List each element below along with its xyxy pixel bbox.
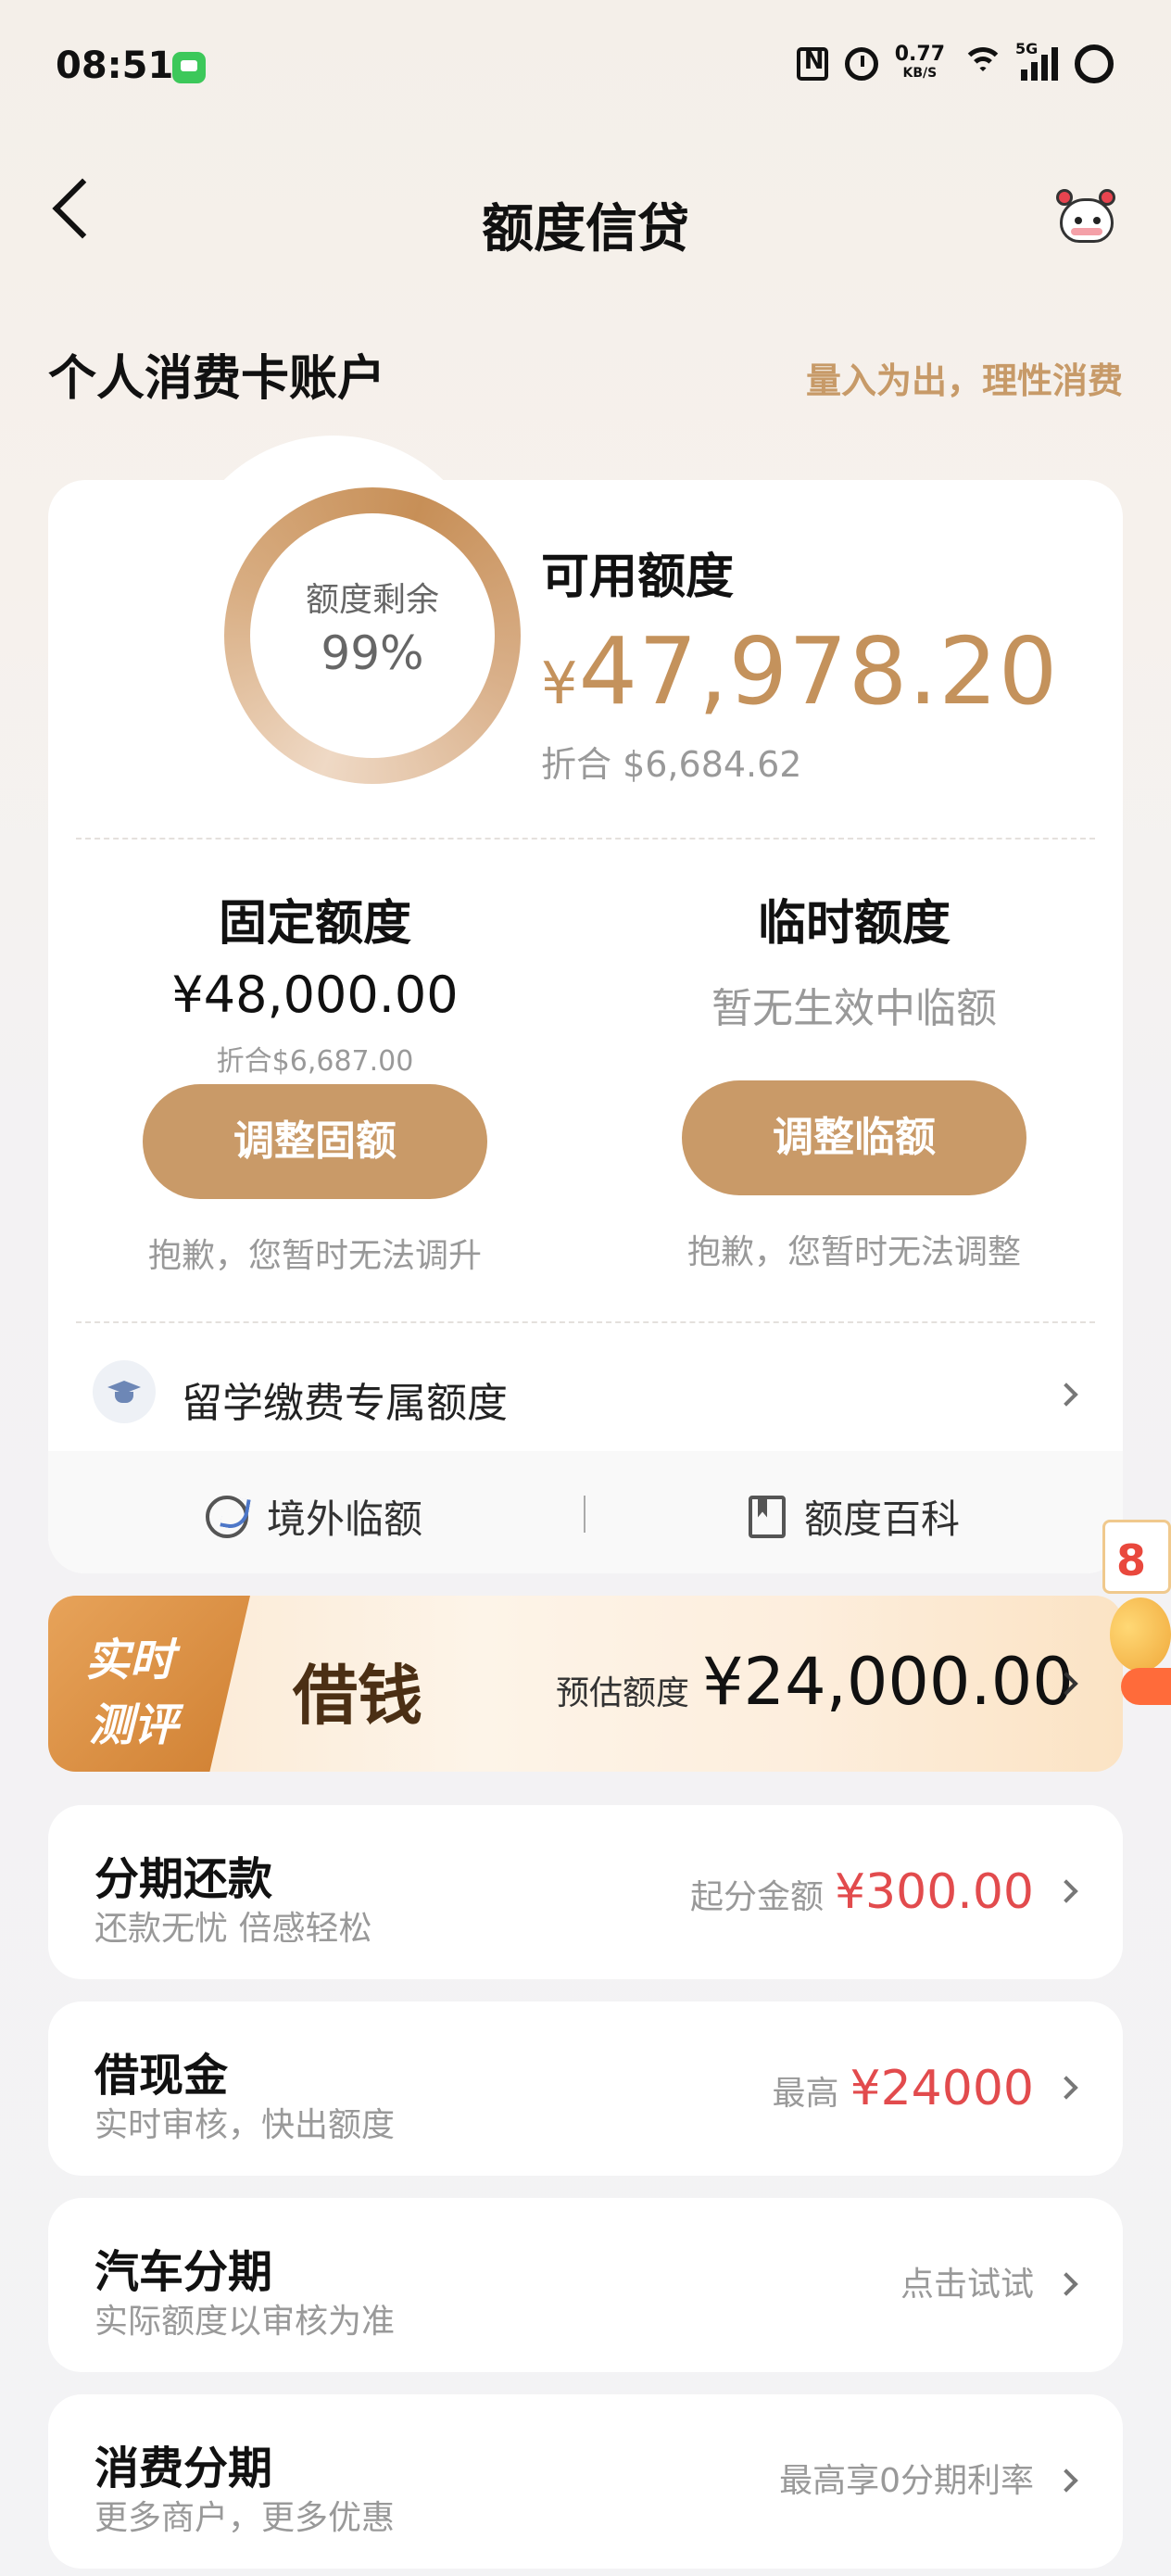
list-item-subtitle: 更多商户，更多优惠 bbox=[94, 2499, 396, 2537]
list-item-label: 最高 bbox=[772, 2075, 839, 2113]
fixed-credit-note: 抱歉，您暂时无法调升 bbox=[147, 1237, 482, 1275]
available-credit-converted: 折合 $6,684.62 bbox=[541, 744, 802, 785]
adjust-fixed-button[interactable]: 调整固额 bbox=[143, 1084, 487, 1199]
status-icons: 0.77 KB/S 5G bbox=[796, 40, 1114, 83]
fixed-credit-section: 固定额度 ¥48,000.00 折合$6,687.00 调整固额 抱歉，您暂时无… bbox=[130, 884, 500, 1277]
page-title: 额度信贷 bbox=[482, 199, 689, 259]
tag-line-1: 实时 bbox=[85, 1635, 175, 1686]
list-item-subtitle: 实际额度以审核为准 bbox=[94, 2303, 396, 2341]
credit-wiki-link[interactable]: 额度百科 bbox=[749, 1488, 960, 1545]
list-item-title: 借现金 bbox=[94, 2050, 229, 2102]
signal-type-label: 5G bbox=[1015, 40, 1039, 57]
list-item-value: ¥300.00 bbox=[834, 1864, 1034, 1920]
list-item-installment-repay[interactable]: 分期还款 还款无忧 倍感轻松 起分金额 ¥300.00 bbox=[48, 1805, 1123, 1979]
coins-icon bbox=[1110, 1597, 1171, 1672]
overseas-temp-credit-link[interactable]: 境外临额 bbox=[206, 1488, 422, 1545]
study-abroad-label: 留学缴费专属额度 bbox=[182, 1380, 508, 1427]
list-item-info: 点击试试 bbox=[900, 2257, 1034, 2305]
available-credit-label: 可用额度 bbox=[541, 549, 735, 605]
divider bbox=[76, 838, 1095, 840]
borrow-title: 借钱 bbox=[293, 1657, 422, 1734]
study-abroad-row[interactable]: 留学缴费专属额度 bbox=[48, 1327, 1123, 1457]
list-item-info: 最高 ¥24000 bbox=[772, 2061, 1034, 2116]
battery-icon bbox=[1075, 44, 1114, 83]
temp-credit-status: 暂无生效中临额 bbox=[711, 985, 997, 1032]
list-item-label: 起分金额 bbox=[689, 1878, 824, 1916]
message-app-icon bbox=[172, 52, 206, 83]
status-bar: 08:51 0.77 KB/S 5G bbox=[0, 0, 1171, 139]
list-item-car-installment[interactable]: 汽车分期 实际额度以审核为准 点击试试 bbox=[48, 2198, 1123, 2372]
borrow-banner[interactable]: 实时 测评 借钱 预估额度 ¥24,000.00 bbox=[48, 1596, 1123, 1772]
floating-gift-widget[interactable]: 8 bbox=[1102, 1520, 1171, 1733]
temp-credit-note: 抱歉，您暂时无法调整 bbox=[686, 1233, 1021, 1271]
divider bbox=[76, 1321, 1095, 1323]
globe-icon bbox=[206, 1495, 248, 1538]
chevron-right-icon bbox=[1054, 2076, 1078, 2100]
list-item-title: 消费分期 bbox=[94, 2443, 273, 2494]
network-speed-unit: KB/S bbox=[902, 66, 938, 81]
chevron-right-icon bbox=[1054, 2469, 1078, 2493]
gift-badge: 8 bbox=[1102, 1520, 1171, 1594]
fixed-credit-converted: 折合$6,687.00 bbox=[216, 1045, 414, 1078]
available-credit-amount: ¥47,978.20 bbox=[541, 617, 1058, 726]
remaining-ring: 额度剩余 99% bbox=[176, 480, 521, 795]
graduation-cap-icon bbox=[93, 1360, 156, 1423]
list-item-subtitle: 实时审核，快出额度 bbox=[94, 2106, 396, 2144]
realtime-eval-tag: 实时 测评 bbox=[48, 1596, 250, 1772]
currency-symbol: ¥ bbox=[541, 650, 579, 717]
network-speed-value: 0.77 bbox=[894, 43, 945, 66]
list-item-label: 点击试试 bbox=[900, 2266, 1034, 2304]
credit-card-panel: 额度剩余 99% 可用额度 ¥47,978.20 折合 $6,684.62 固定… bbox=[48, 480, 1123, 1573]
available-credit-value: 47,978.20 bbox=[578, 617, 1059, 726]
footer-separator bbox=[584, 1496, 586, 1533]
account-title: 个人消费卡账户 bbox=[48, 351, 386, 407]
nfc-icon bbox=[796, 47, 828, 81]
chevron-right-icon bbox=[1054, 2272, 1078, 2296]
list-item-value: ¥24000 bbox=[850, 2061, 1034, 2116]
credit-wiki-label: 额度百科 bbox=[804, 1496, 961, 1542]
ring-label: 额度剩余 bbox=[305, 581, 439, 619]
adjust-temp-button[interactable]: 调整临额 bbox=[682, 1080, 1026, 1195]
cellular-signal-icon: 5G bbox=[1015, 40, 1058, 81]
chevron-right-icon bbox=[1054, 1879, 1078, 1903]
list-item-subtitle: 还款无忧 倍感轻松 bbox=[94, 1910, 372, 1948]
tag-line-2: 测评 bbox=[89, 1699, 179, 1751]
list-item-cash-loan[interactable]: 借现金 实时审核，快出额度 最高 ¥24000 bbox=[48, 2001, 1123, 2176]
card-footer: 境外临额 额度百科 bbox=[48, 1451, 1123, 1573]
chevron-right-icon bbox=[1054, 1383, 1078, 1407]
list-item-consumer-installment[interactable]: 消费分期 更多商户，更多优惠 最高享0分期利率 bbox=[48, 2394, 1123, 2569]
nav-bar: 额度信贷 bbox=[0, 167, 1171, 269]
network-speed: 0.77 KB/S bbox=[894, 43, 945, 82]
estimate-label: 预估额度 bbox=[556, 1674, 690, 1712]
wifi-icon bbox=[962, 47, 1004, 81]
account-slogan: 量入为出，理性消费 bbox=[805, 360, 1123, 401]
list-item-info: 最高享0分期利率 bbox=[779, 2454, 1034, 2502]
fixed-credit-amount: ¥48,000.00 bbox=[171, 966, 459, 1024]
list-item-title: 分期还款 bbox=[94, 1853, 273, 1905]
list-item-info: 起分金额 ¥300.00 bbox=[690, 1864, 1034, 1920]
ring-value: 99% bbox=[321, 626, 424, 680]
fixed-credit-title: 固定额度 bbox=[218, 896, 411, 952]
list-item-title: 汽车分期 bbox=[94, 2246, 273, 2298]
overseas-temp-credit-label: 境外临额 bbox=[267, 1496, 423, 1542]
alarm-icon bbox=[844, 47, 878, 81]
status-time: 08:51 bbox=[56, 44, 174, 87]
list-item-label: 最高享0分期利率 bbox=[779, 2462, 1034, 2500]
temp-credit-title: 临时额度 bbox=[757, 896, 951, 952]
book-icon bbox=[749, 1495, 786, 1538]
gift-badge-text: 8 bbox=[1116, 1535, 1147, 1585]
mascot-icon[interactable] bbox=[1049, 187, 1123, 252]
temp-credit-section: 临时额度 暂无生效中临额 调整临额 抱歉，您暂时无法调整 bbox=[669, 884, 1039, 1273]
gift-base bbox=[1121, 1668, 1171, 1705]
estimate-amount: ¥24,000.00 bbox=[702, 1644, 1074, 1720]
